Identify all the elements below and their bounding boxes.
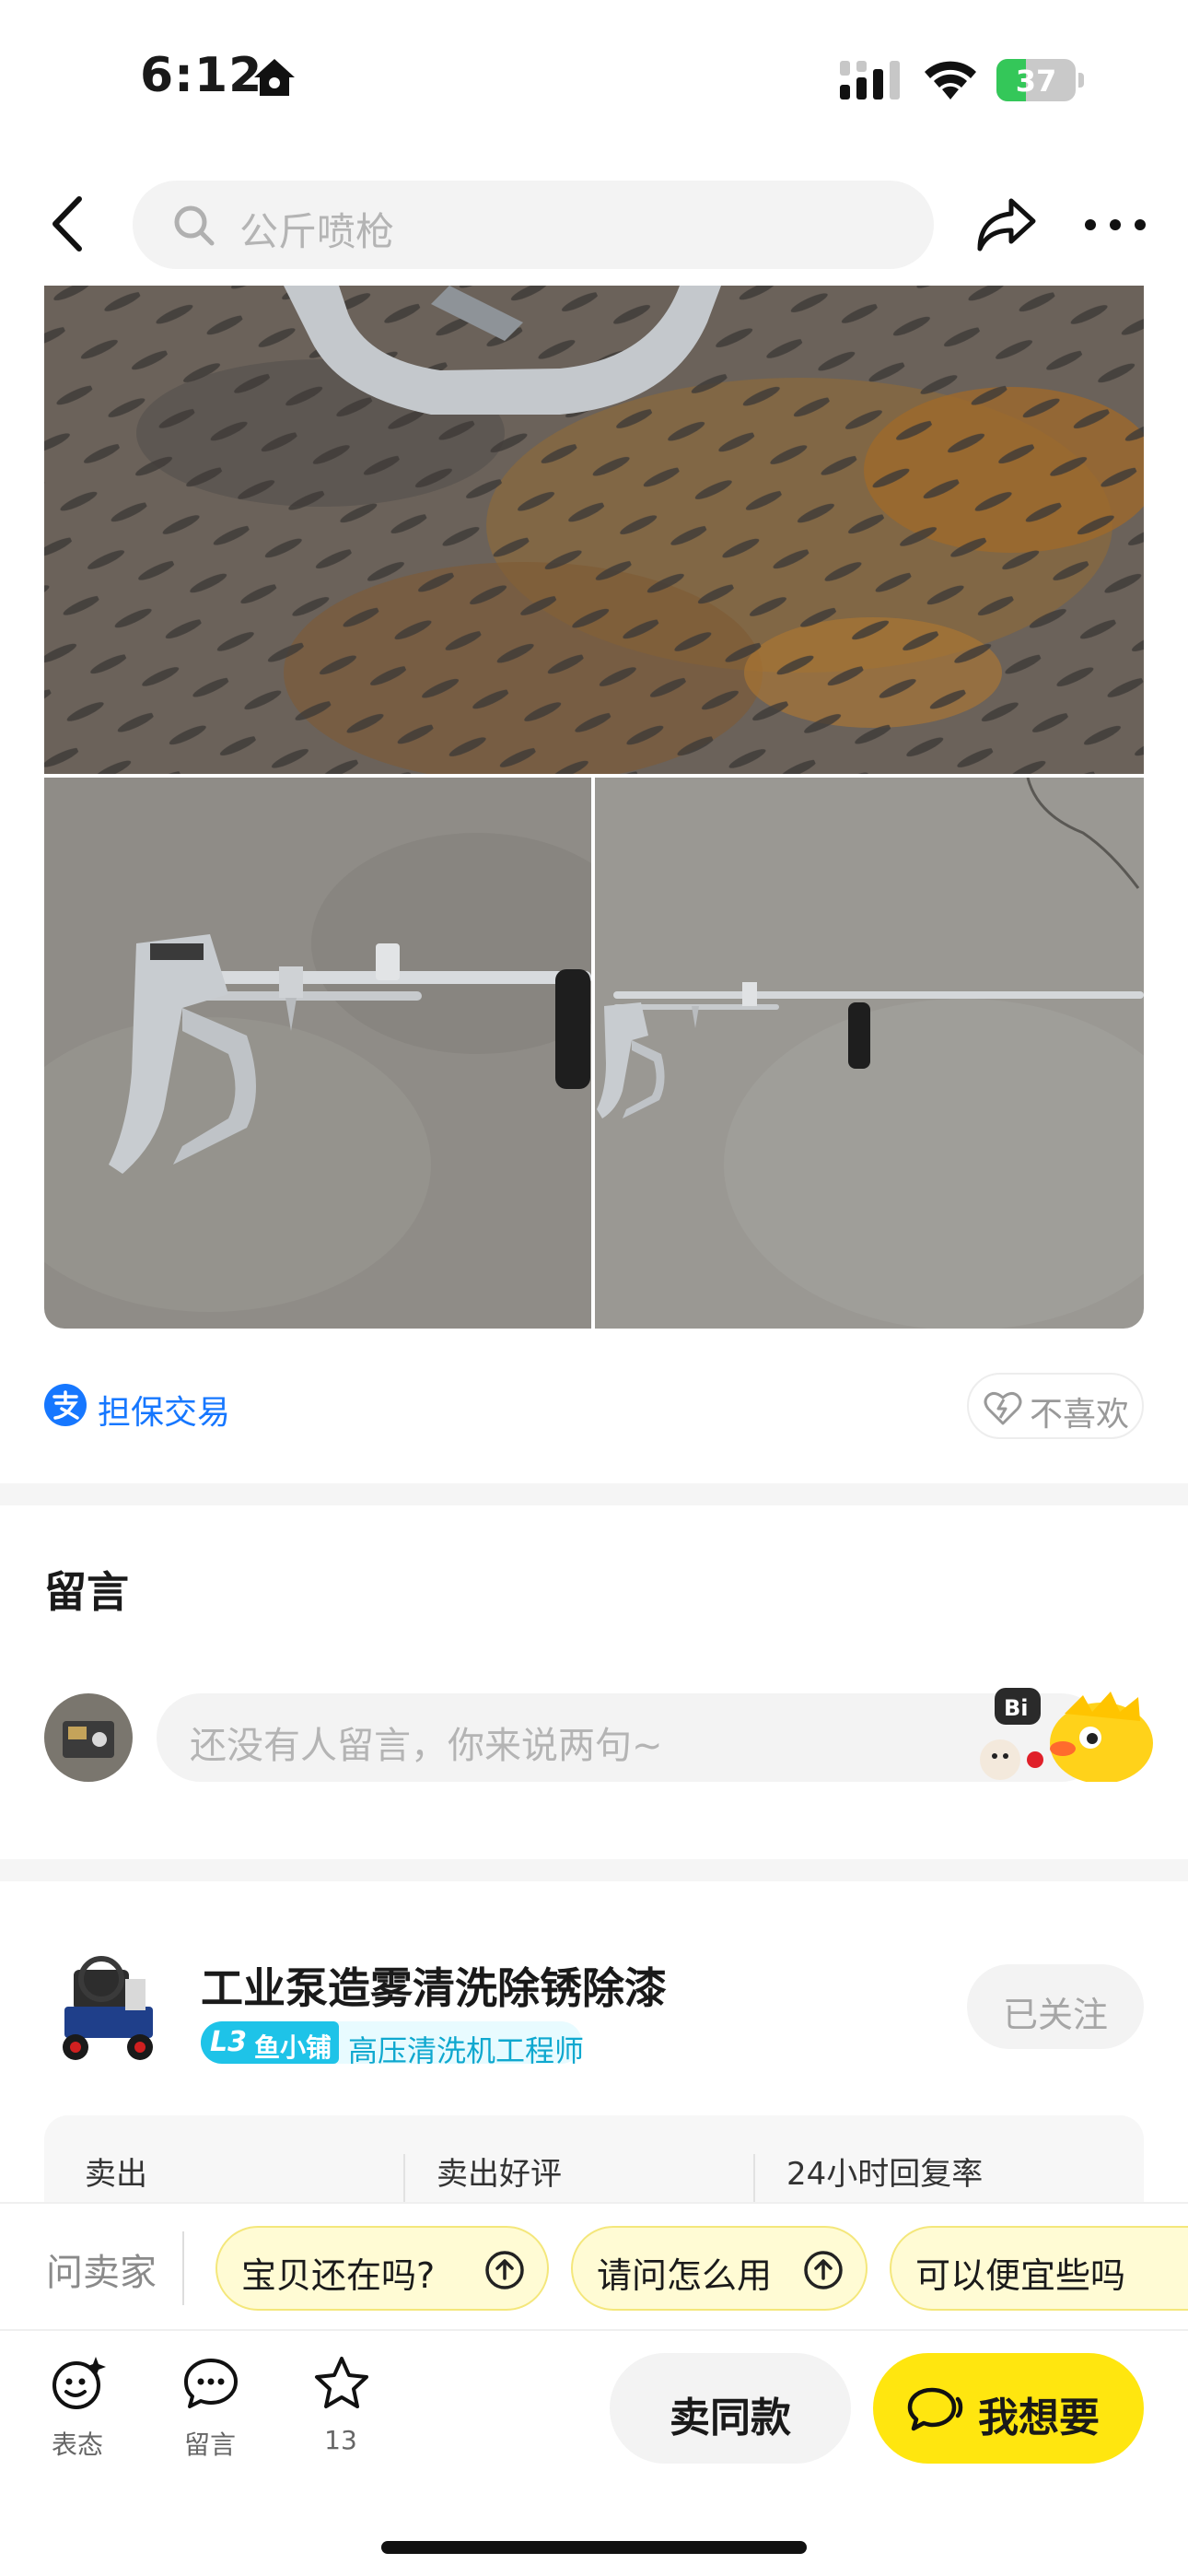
chat-bubble-icon bbox=[184, 2359, 238, 2408]
favorite-count: 13 bbox=[324, 2425, 357, 2455]
svg-text:Bi: Bi bbox=[1004, 1695, 1029, 1721]
level-tag: L3 鱼小铺 bbox=[201, 2021, 339, 2064]
star-icon bbox=[315, 2357, 368, 2408]
react-label: 表态 bbox=[51, 2430, 103, 2460]
comment-label: 留言 bbox=[183, 2430, 236, 2460]
wifi-icon bbox=[925, 61, 976, 100]
section-divider bbox=[0, 1483, 1188, 1505]
stat-sold-label: 卖出 bbox=[85, 2156, 147, 2193]
more-icon[interactable] bbox=[1083, 217, 1147, 232]
home-icon bbox=[254, 59, 295, 96]
follow-button[interactable]: 已关注 bbox=[967, 1964, 1144, 2049]
level-text: L3 bbox=[210, 2026, 247, 2058]
dislike-button[interactable]: 不喜欢 bbox=[967, 1373, 1144, 1439]
search-icon bbox=[174, 205, 215, 246]
follow-label: 已关注 bbox=[1002, 1995, 1108, 2035]
search-placeholder: 公斤喷枪 bbox=[239, 209, 395, 254]
product-image-3[interactable] bbox=[595, 778, 1144, 1329]
want-label: 我想要 bbox=[978, 2395, 1100, 2441]
status-bar: 6:12 37 bbox=[0, 0, 1188, 157]
search-input[interactable]: 公斤喷枪 bbox=[133, 181, 934, 269]
section-divider bbox=[0, 1859, 1188, 1881]
quick-questions-bar: 问卖家 宝贝还在吗? 请问怎么用 可以便宜些吗 bbox=[0, 2202, 1188, 2331]
battery-percent: 37 bbox=[1015, 64, 1057, 99]
comment-placeholder: 还没有人留言，你来说两句~ bbox=[190, 1725, 663, 1767]
arrow-up-circle-icon bbox=[485, 2251, 524, 2289]
back-icon[interactable] bbox=[46, 193, 88, 254]
signal-icon bbox=[840, 61, 900, 100]
home-indicator bbox=[381, 2541, 807, 2554]
arrow-up-circle-icon bbox=[804, 2251, 843, 2289]
stat-rating-label: 卖出好评 bbox=[437, 2156, 562, 2193]
quick-question-chip[interactable]: 宝贝还在吗? bbox=[215, 2226, 549, 2311]
dislike-label: 不喜欢 bbox=[1030, 1396, 1130, 1434]
broken-heart-icon bbox=[984, 1391, 1022, 1425]
seller-title: 高压清洗机工程师 bbox=[348, 2033, 585, 2068]
chat-icon bbox=[907, 2387, 963, 2431]
alipay-icon bbox=[44, 1384, 87, 1426]
ask-seller-label: 问卖家 bbox=[46, 2252, 157, 2294]
guarantee-label[interactable]: 担保交易 bbox=[98, 1386, 230, 1434]
sell-same-label: 卖同款 bbox=[670, 2395, 791, 2441]
avatar bbox=[44, 1693, 133, 1782]
status-time: 6:12 bbox=[140, 48, 263, 103]
battery-charging-icon: 37 bbox=[996, 59, 1085, 101]
seller-name[interactable]: 工业泵造雾清洗除锈除漆 bbox=[201, 1955, 667, 2016]
shop-label: 鱼小铺 bbox=[254, 2032, 332, 2063]
quick-question-chip[interactable]: 可以便宜些吗 bbox=[890, 2226, 1188, 2311]
mascot-icon: Bi bbox=[980, 1688, 1153, 1782]
product-image-1[interactable] bbox=[44, 286, 1144, 774]
comments-title: 留言 bbox=[44, 1567, 129, 1617]
product-image-2[interactable] bbox=[44, 778, 591, 1329]
seller-avatar[interactable] bbox=[55, 1951, 162, 2066]
share-icon[interactable] bbox=[974, 195, 1039, 252]
want-button[interactable]: 我想要 bbox=[873, 2353, 1144, 2464]
quick-question-chip[interactable]: 请问怎么用 bbox=[571, 2226, 868, 2311]
smile-sparkle-icon bbox=[52, 2357, 106, 2409]
sell-same-button[interactable]: 卖同款 bbox=[610, 2353, 851, 2464]
seller-level-badge: L3 鱼小铺 高压清洗机工程师 bbox=[201, 2021, 584, 2068]
stat-reply-rate-label: 24小时回复率 bbox=[786, 2156, 984, 2193]
